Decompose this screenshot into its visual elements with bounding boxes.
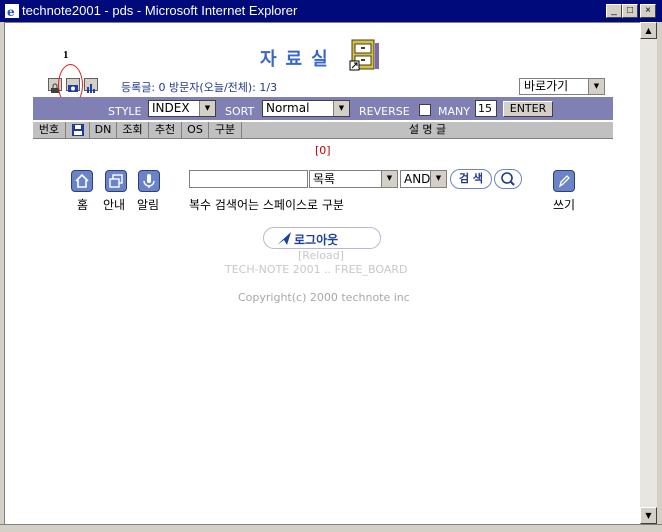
write-button[interactable] bbox=[553, 170, 575, 192]
column-os[interactable]: OS bbox=[182, 122, 209, 139]
page-content: 자료실 1 등록글: 0 방문자(오늘/전체): 1/3 바로가기 ▼ STYL… bbox=[4, 22, 640, 524]
magnifier-button[interactable] bbox=[494, 169, 522, 189]
search-hint: 복수 검색어는 스페이스로 구분 bbox=[189, 198, 344, 212]
column-save[interactable] bbox=[66, 122, 90, 139]
enter-button[interactable]: ENTER bbox=[503, 101, 553, 117]
column-number[interactable]: 번호 bbox=[33, 122, 66, 139]
column-dn[interactable]: DN bbox=[90, 122, 117, 139]
chevron-down-icon: ▼ bbox=[381, 171, 397, 187]
close-button[interactable]: × bbox=[640, 4, 656, 18]
search-logic-value: AND bbox=[404, 172, 431, 186]
arrow-icon bbox=[277, 232, 291, 245]
ie-icon: e bbox=[5, 4, 19, 18]
style-select-value: INDEX bbox=[152, 101, 190, 115]
floppy-disk-icon bbox=[71, 124, 84, 136]
svg-text:e: e bbox=[7, 5, 15, 18]
title-bar[interactable]: e technote2001 - pds - Microsoft Interne… bbox=[0, 0, 662, 22]
many-input[interactable]: 15 bbox=[475, 100, 497, 117]
column-category[interactable]: 구분 bbox=[209, 122, 242, 139]
scroll-down-button[interactable]: ▼ bbox=[640, 507, 657, 524]
reload-link[interactable]: [Reload] bbox=[298, 249, 344, 262]
column-description[interactable]: 설 명 글 bbox=[242, 122, 613, 139]
page-count[interactable]: [0] bbox=[315, 144, 331, 157]
style-label: STYLE bbox=[108, 105, 142, 118]
search-button[interactable]: 검 색 bbox=[450, 169, 492, 189]
goto-select-label: 바로가기 bbox=[524, 79, 569, 93]
minimize-button[interactable]: _ bbox=[606, 4, 622, 18]
sort-label: SORT bbox=[225, 105, 255, 118]
home-label: 홈 bbox=[77, 198, 89, 212]
column-header: 번호 DN 조회 추천 OS 구분 설 명 글 bbox=[33, 121, 613, 139]
home-icon bbox=[75, 173, 89, 188]
maximize-button[interactable]: □ bbox=[622, 4, 638, 18]
reverse-label: REVERSE bbox=[359, 105, 410, 118]
column-views[interactable]: 조회 bbox=[117, 122, 149, 139]
search-icon bbox=[501, 172, 515, 186]
home-button[interactable] bbox=[71, 170, 93, 192]
reverse-checkbox[interactable] bbox=[419, 104, 431, 116]
board-logo-text: 자료실 bbox=[260, 49, 337, 70]
style-select[interactable]: INDEX ▼ bbox=[148, 100, 216, 117]
logout-label: 로그아웃 bbox=[294, 233, 339, 247]
write-label: 쓰기 bbox=[553, 198, 576, 212]
vertical-scrollbar[interactable]: ▲ ▼ bbox=[640, 22, 657, 524]
bar-chart-icon bbox=[87, 84, 95, 93]
sort-select-value: Normal bbox=[266, 101, 310, 115]
file-cabinet-icon bbox=[349, 39, 379, 71]
search-logic-select[interactable]: AND ▼ bbox=[400, 170, 447, 188]
microphone-icon bbox=[143, 174, 155, 188]
alert-label: 알림 bbox=[137, 198, 160, 212]
column-recommend[interactable]: 추천 bbox=[149, 122, 182, 139]
search-field-value: 목록 bbox=[313, 172, 336, 186]
chevron-down-icon: ▼ bbox=[430, 171, 446, 187]
alert-button[interactable] bbox=[138, 170, 160, 192]
search-field-select[interactable]: 목록 ▼ bbox=[309, 170, 398, 188]
many-label: MANY bbox=[438, 105, 470, 118]
chevron-down-icon: ▼ bbox=[333, 101, 349, 116]
pencil-icon bbox=[558, 175, 570, 188]
board-stats: 등록글: 0 방문자(오늘/전체): 1/3 bbox=[121, 81, 278, 94]
options-bar: STYLE INDEX ▼ SORT Normal ▼ REVERSE MANY… bbox=[33, 97, 613, 120]
sort-select[interactable]: Normal ▼ bbox=[262, 100, 350, 117]
statistics-button[interactable] bbox=[84, 78, 98, 93]
search-input[interactable] bbox=[189, 170, 308, 188]
copyright-text: Copyright(c) 2000 technote inc bbox=[238, 291, 410, 304]
annotation-number: 1 bbox=[63, 49, 69, 61]
window-title: technote2001 - pds - Microsoft Internet … bbox=[22, 3, 298, 18]
windows-icon bbox=[109, 174, 123, 188]
chevron-down-icon: ▼ bbox=[199, 101, 215, 116]
scroll-up-button[interactable]: ▲ bbox=[640, 22, 657, 39]
board-name: TECH-NOTE 2001 .. FREE_BOARD bbox=[225, 263, 408, 276]
chevron-down-icon: ▼ bbox=[588, 79, 604, 94]
goto-select[interactable]: 바로가기 ▼ bbox=[519, 78, 605, 95]
status-bar bbox=[0, 524, 662, 532]
guide-label: 안내 bbox=[103, 198, 126, 212]
guide-button[interactable] bbox=[105, 170, 127, 192]
logout-button[interactable]: 로그아웃 bbox=[263, 227, 381, 249]
